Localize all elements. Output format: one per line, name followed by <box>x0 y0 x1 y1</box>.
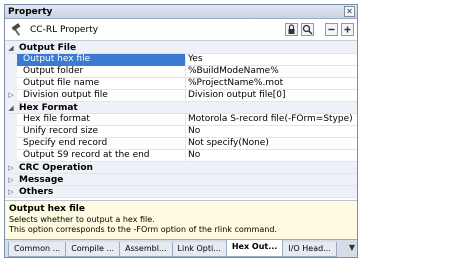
tab-common[interactable]: Common ... <box>8 242 67 257</box>
property-row-specify-end-record[interactable]: Specify end record Not specify(None) <box>5 137 357 150</box>
property-name: Unify record size <box>17 125 186 138</box>
category-output-file[interactable]: ◢ Output File <box>5 42 357 54</box>
property-row-output-folder[interactable]: Output folder %BuildModeName% <box>5 65 357 78</box>
panel-title: Property <box>8 6 53 17</box>
search-icon[interactable] <box>301 23 314 36</box>
property-value[interactable]: %BuildModeName% <box>186 66 279 77</box>
property-value[interactable]: No <box>186 150 200 161</box>
category-others[interactable]: ▷ Others <box>5 186 357 198</box>
tab-hex-output[interactable]: Hex Out... <box>225 240 284 257</box>
property-name: Output file name <box>17 77 186 90</box>
category-message[interactable]: ▷ Message <box>5 174 357 186</box>
property-row-output-s9-record[interactable]: Output S9 record at the end No <box>5 149 357 162</box>
property-row-division-output-file[interactable]: ▷ Division output file Division output f… <box>5 89 357 102</box>
property-name: Specify end record <box>17 137 186 150</box>
panel-titlebar[interactable]: Property ✕ <box>5 5 357 19</box>
collapse-triangle-icon[interactable]: ◢ <box>5 104 17 112</box>
property-value[interactable]: Motorola S-record file(-FOrm=Stype) <box>186 114 353 125</box>
expand-triangle-icon[interactable]: ▷ <box>5 89 17 102</box>
category-hex-format[interactable]: ◢ Hex Format <box>5 102 357 114</box>
property-value[interactable]: Yes <box>186 54 203 65</box>
expand-triangle-icon[interactable]: ▷ <box>5 176 17 184</box>
description-line-1: Selects whether to output a hex file. <box>9 215 155 224</box>
property-value[interactable]: Not specify(None) <box>186 138 269 149</box>
property-panel: Property ✕ CC-RL Property ◢ Output File … <box>4 4 358 258</box>
close-icon[interactable]: ✕ <box>344 6 355 17</box>
property-row-output-file-name[interactable]: Output file name %ProjectName%.mot <box>5 77 357 90</box>
property-value[interactable]: No <box>186 126 200 137</box>
property-header: CC-RL Property <box>5 19 357 41</box>
property-name: Division output file <box>17 89 186 102</box>
hammer-icon <box>10 22 24 37</box>
property-row-output-hex-file[interactable]: Output hex file Yes <box>5 53 357 66</box>
tab-list-dropdown-icon[interactable]: ▼ <box>349 243 355 252</box>
description-line-2: This option corresponds to the -FOrm opt… <box>9 225 277 234</box>
category-crc-operation[interactable]: ▷ CRC Operation <box>5 162 357 174</box>
tab-link-options[interactable]: Link Opti... <box>171 242 227 257</box>
tab-io-header[interactable]: I/O Head... <box>282 242 337 257</box>
tab-compile[interactable]: Compile ... <box>65 242 121 257</box>
collapse-all-icon[interactable] <box>325 23 338 36</box>
property-name: Hex file format <box>17 113 186 126</box>
description-title: Output hex file <box>9 204 85 214</box>
collapse-triangle-icon[interactable]: ◢ <box>5 44 17 52</box>
description-pane: Output hex file Selects whether to outpu… <box>5 200 357 239</box>
expand-triangle-icon[interactable]: ▷ <box>5 164 17 172</box>
expand-all-icon[interactable] <box>341 23 354 36</box>
property-value[interactable]: %ProjectName%.mot <box>186 78 283 89</box>
tab-strip: Common ... Compile ... Assembl... Link O… <box>5 239 357 257</box>
tab-assemble[interactable]: Assembl... <box>119 242 173 257</box>
property-value[interactable]: Division output file[0] <box>186 90 286 101</box>
property-target-label: CC-RL Property <box>30 24 99 35</box>
property-row-unify-record-size[interactable]: Unify record size No <box>5 125 357 138</box>
expand-triangle-icon[interactable]: ▷ <box>5 188 17 196</box>
lock-icon[interactable] <box>285 23 298 36</box>
property-row-hex-file-format[interactable]: Hex file format Motorola S-record file(-… <box>5 113 357 126</box>
property-grid: ◢ Output File Output hex file Yes Output… <box>5 42 357 200</box>
property-name: Output folder <box>17 65 186 78</box>
property-name: Output S9 record at the end <box>17 149 186 162</box>
property-name: Output hex file <box>17 53 186 66</box>
